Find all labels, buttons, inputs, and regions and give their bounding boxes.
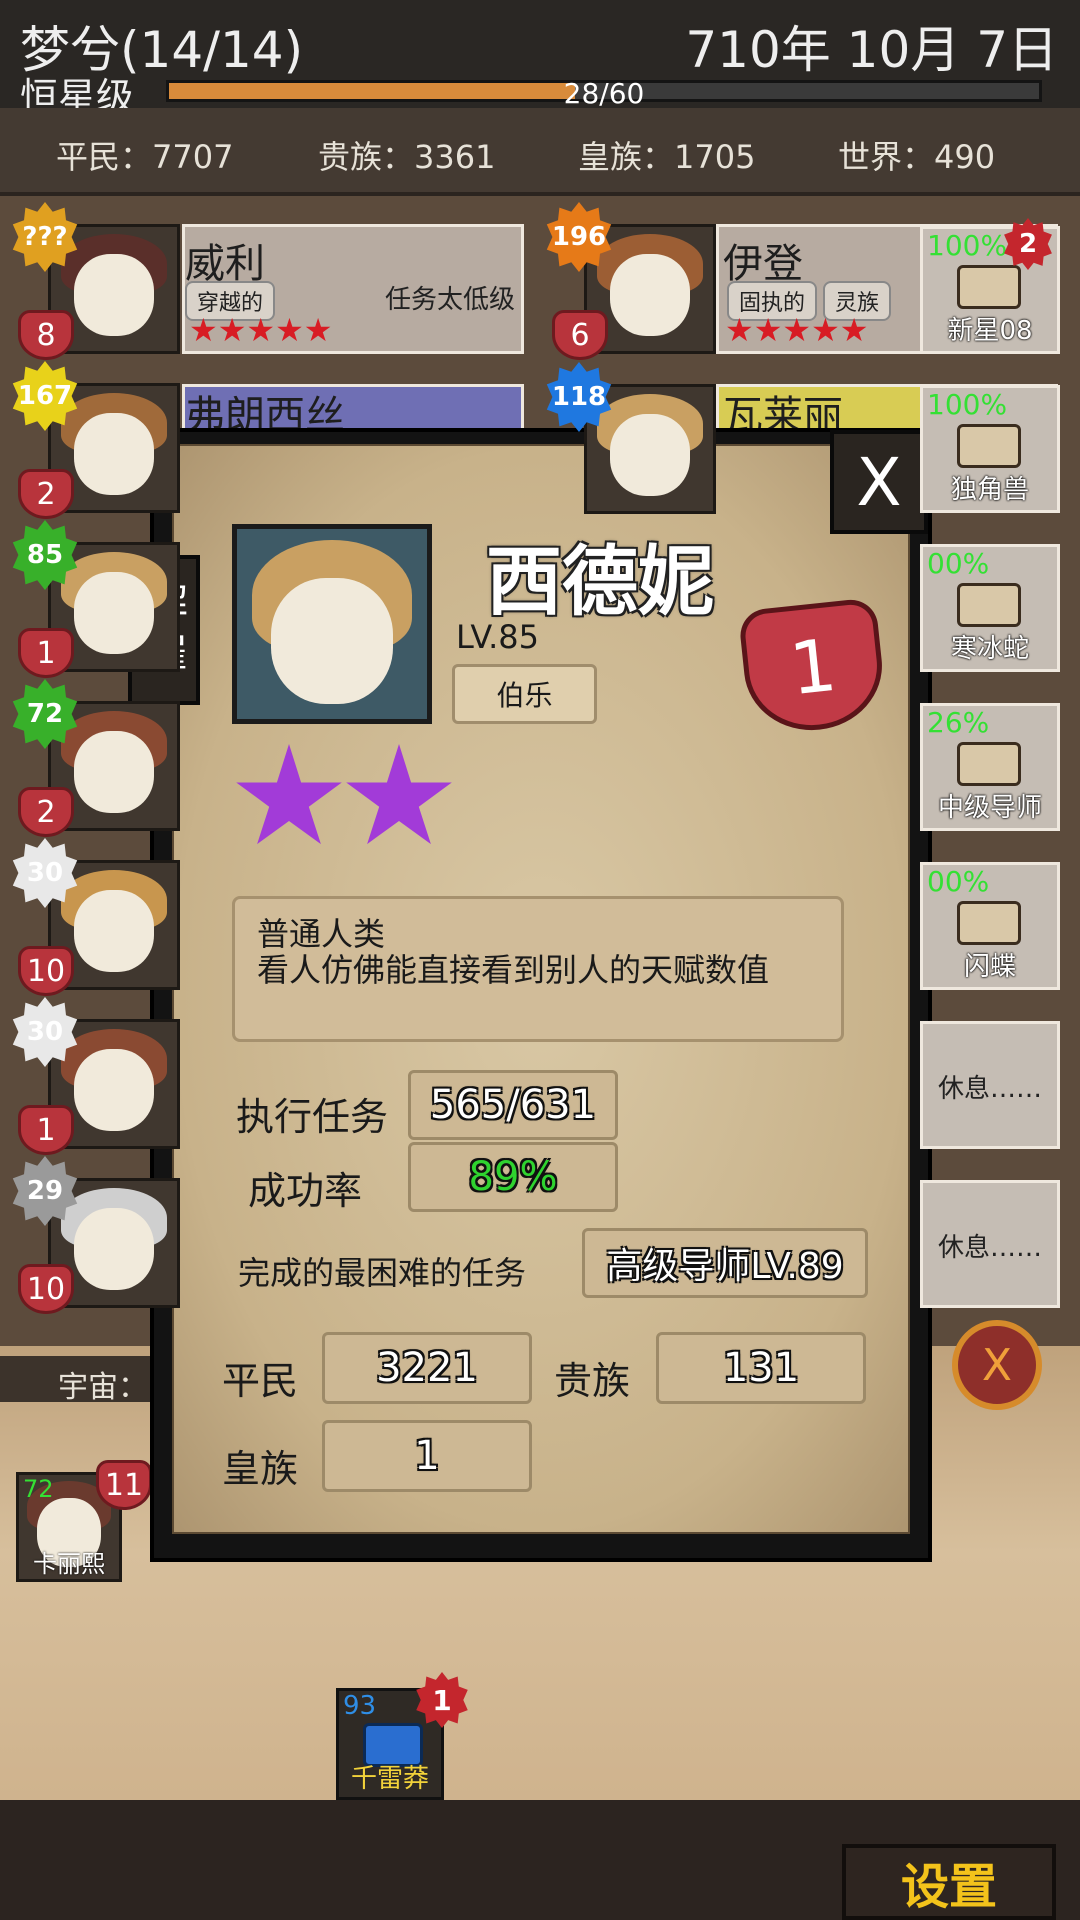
member-heart-icon: 1: [18, 1105, 74, 1155]
task-progress: 100%: [927, 229, 1008, 262]
member-face: [609, 254, 691, 337]
settings-button[interactable]: 设置: [842, 1844, 1056, 1920]
hero-heart-count: 1: [785, 622, 841, 712]
member-heart-icon: 6: [552, 310, 608, 360]
member-heart-icon: 2: [18, 469, 74, 519]
task-name: 独角兽: [950, 475, 1029, 505]
task-scroll-icon: [957, 424, 1021, 468]
hero-description-box: 普通人类 看人仿佛能直接看到别人的天赋数值: [232, 896, 844, 1042]
bench-hero-heart: 11: [96, 1460, 152, 1510]
member-heart-icon: 2: [18, 787, 74, 837]
task-card[interactable]: 26% 中级导师: [920, 703, 1060, 831]
member-face: [73, 572, 155, 655]
task-scroll-icon: [957, 265, 1021, 309]
member-heart-icon: 1: [18, 628, 74, 678]
member-face: [73, 731, 155, 814]
cancel-x-icon[interactable]: X: [952, 1320, 1042, 1410]
mission-level: 93: [343, 1691, 377, 1721]
rank-progress-text: 28/60: [563, 77, 645, 110]
member-card-willy[interactable]: 威利 穿越的 任务太低级 ★★★★★: [182, 224, 524, 354]
member-face: [73, 1208, 155, 1291]
member-face: [73, 1049, 155, 1132]
task-progress: 00%: [927, 865, 990, 898]
task-scroll-icon: [957, 742, 1021, 786]
member-face: [73, 254, 155, 337]
member-face: [73, 413, 155, 496]
hardest-mission-label: 完成的最困难的任务: [238, 1254, 527, 1292]
commoner-count: 平民：7707: [56, 138, 234, 176]
success-rate-value: 89%: [468, 1154, 558, 1200]
hero-trait-tag: 伯乐: [452, 664, 597, 724]
hero-portrait: [232, 524, 432, 724]
population-counts: 平民：7707 贵族：3361 皇族：1705 世界：490: [0, 108, 1080, 196]
noble-count: 贵族：3361: [318, 138, 496, 176]
world-count: 世界：490: [838, 138, 996, 176]
success-rate-label: 成功率: [248, 1169, 363, 1213]
noble-label: 贵族: [554, 1359, 631, 1403]
royal-count: 皇族：1705: [578, 138, 756, 176]
task-card[interactable]: 100% 独角兽: [920, 385, 1060, 513]
member-heart-icon: 10: [18, 946, 74, 996]
hero-name: 卡丽熙: [33, 1550, 105, 1578]
member-stars: ★★★★★: [189, 311, 333, 349]
success-rate-box: 89%: [408, 1142, 618, 1212]
close-button[interactable]: X: [830, 430, 928, 534]
task-name: 寒冰蛇: [950, 634, 1029, 664]
missions-label: 执行任务: [236, 1095, 389, 1139]
task-name: 中级导师: [937, 793, 1042, 823]
mission-name: 千雷莽: [350, 1764, 429, 1794]
task-scroll-icon: [957, 583, 1021, 627]
member-status: 任务太低级: [385, 285, 516, 315]
hardest-mission-value: 高级导师LV.89: [582, 1228, 868, 1298]
hero-face: [271, 578, 393, 704]
missions-value: 565/631: [408, 1070, 618, 1140]
hero-level: 72: [23, 1475, 54, 1503]
task-progress: 100%: [927, 388, 1008, 421]
task-progress: 00%: [927, 547, 990, 580]
hero-ability: 看人仿佛能直接看到别人的天赋数值: [257, 951, 770, 989]
member-heart-icon: 8: [18, 310, 74, 360]
game-date: 710年 10月 7日: [685, 21, 1058, 79]
member-heart-icon: 10: [18, 1264, 74, 1314]
member-face: [609, 414, 691, 497]
task-name: 休息……: [937, 1074, 1042, 1104]
task-card[interactable]: 00% 寒冰蛇: [920, 544, 1060, 672]
task-card[interactable]: 休息……: [920, 1021, 1060, 1149]
task-name: 新星08: [947, 316, 1033, 346]
task-progress: 26%: [927, 706, 990, 739]
royal-label: 皇族: [222, 1447, 299, 1491]
royal-value: 1: [322, 1420, 532, 1492]
noble-value: 131: [656, 1332, 866, 1404]
hero-name: 西德妮: [486, 537, 714, 626]
commoner-label: 平民: [222, 1359, 299, 1403]
task-card[interactable]: 00% 闪蝶: [920, 862, 1060, 990]
hero-level: LV.85: [456, 618, 539, 656]
top-status-bar: 梦兮(14/14) 710年 10月 7日 恒星级 28/60: [0, 0, 1080, 119]
task-scroll-icon: [957, 901, 1021, 945]
rank-progress-bar: 28/60: [166, 77, 1042, 110]
task-card[interactable]: 休息……: [920, 1180, 1060, 1308]
member-card-frances[interactable]: 弗朗西丝: [182, 384, 524, 439]
commoner-value: 3221: [322, 1332, 532, 1404]
member-stars: ★★★★★: [725, 311, 869, 349]
member-face: [73, 890, 155, 973]
task-name: 闪蝶: [963, 952, 1016, 982]
task-name: 休息……: [937, 1233, 1042, 1263]
